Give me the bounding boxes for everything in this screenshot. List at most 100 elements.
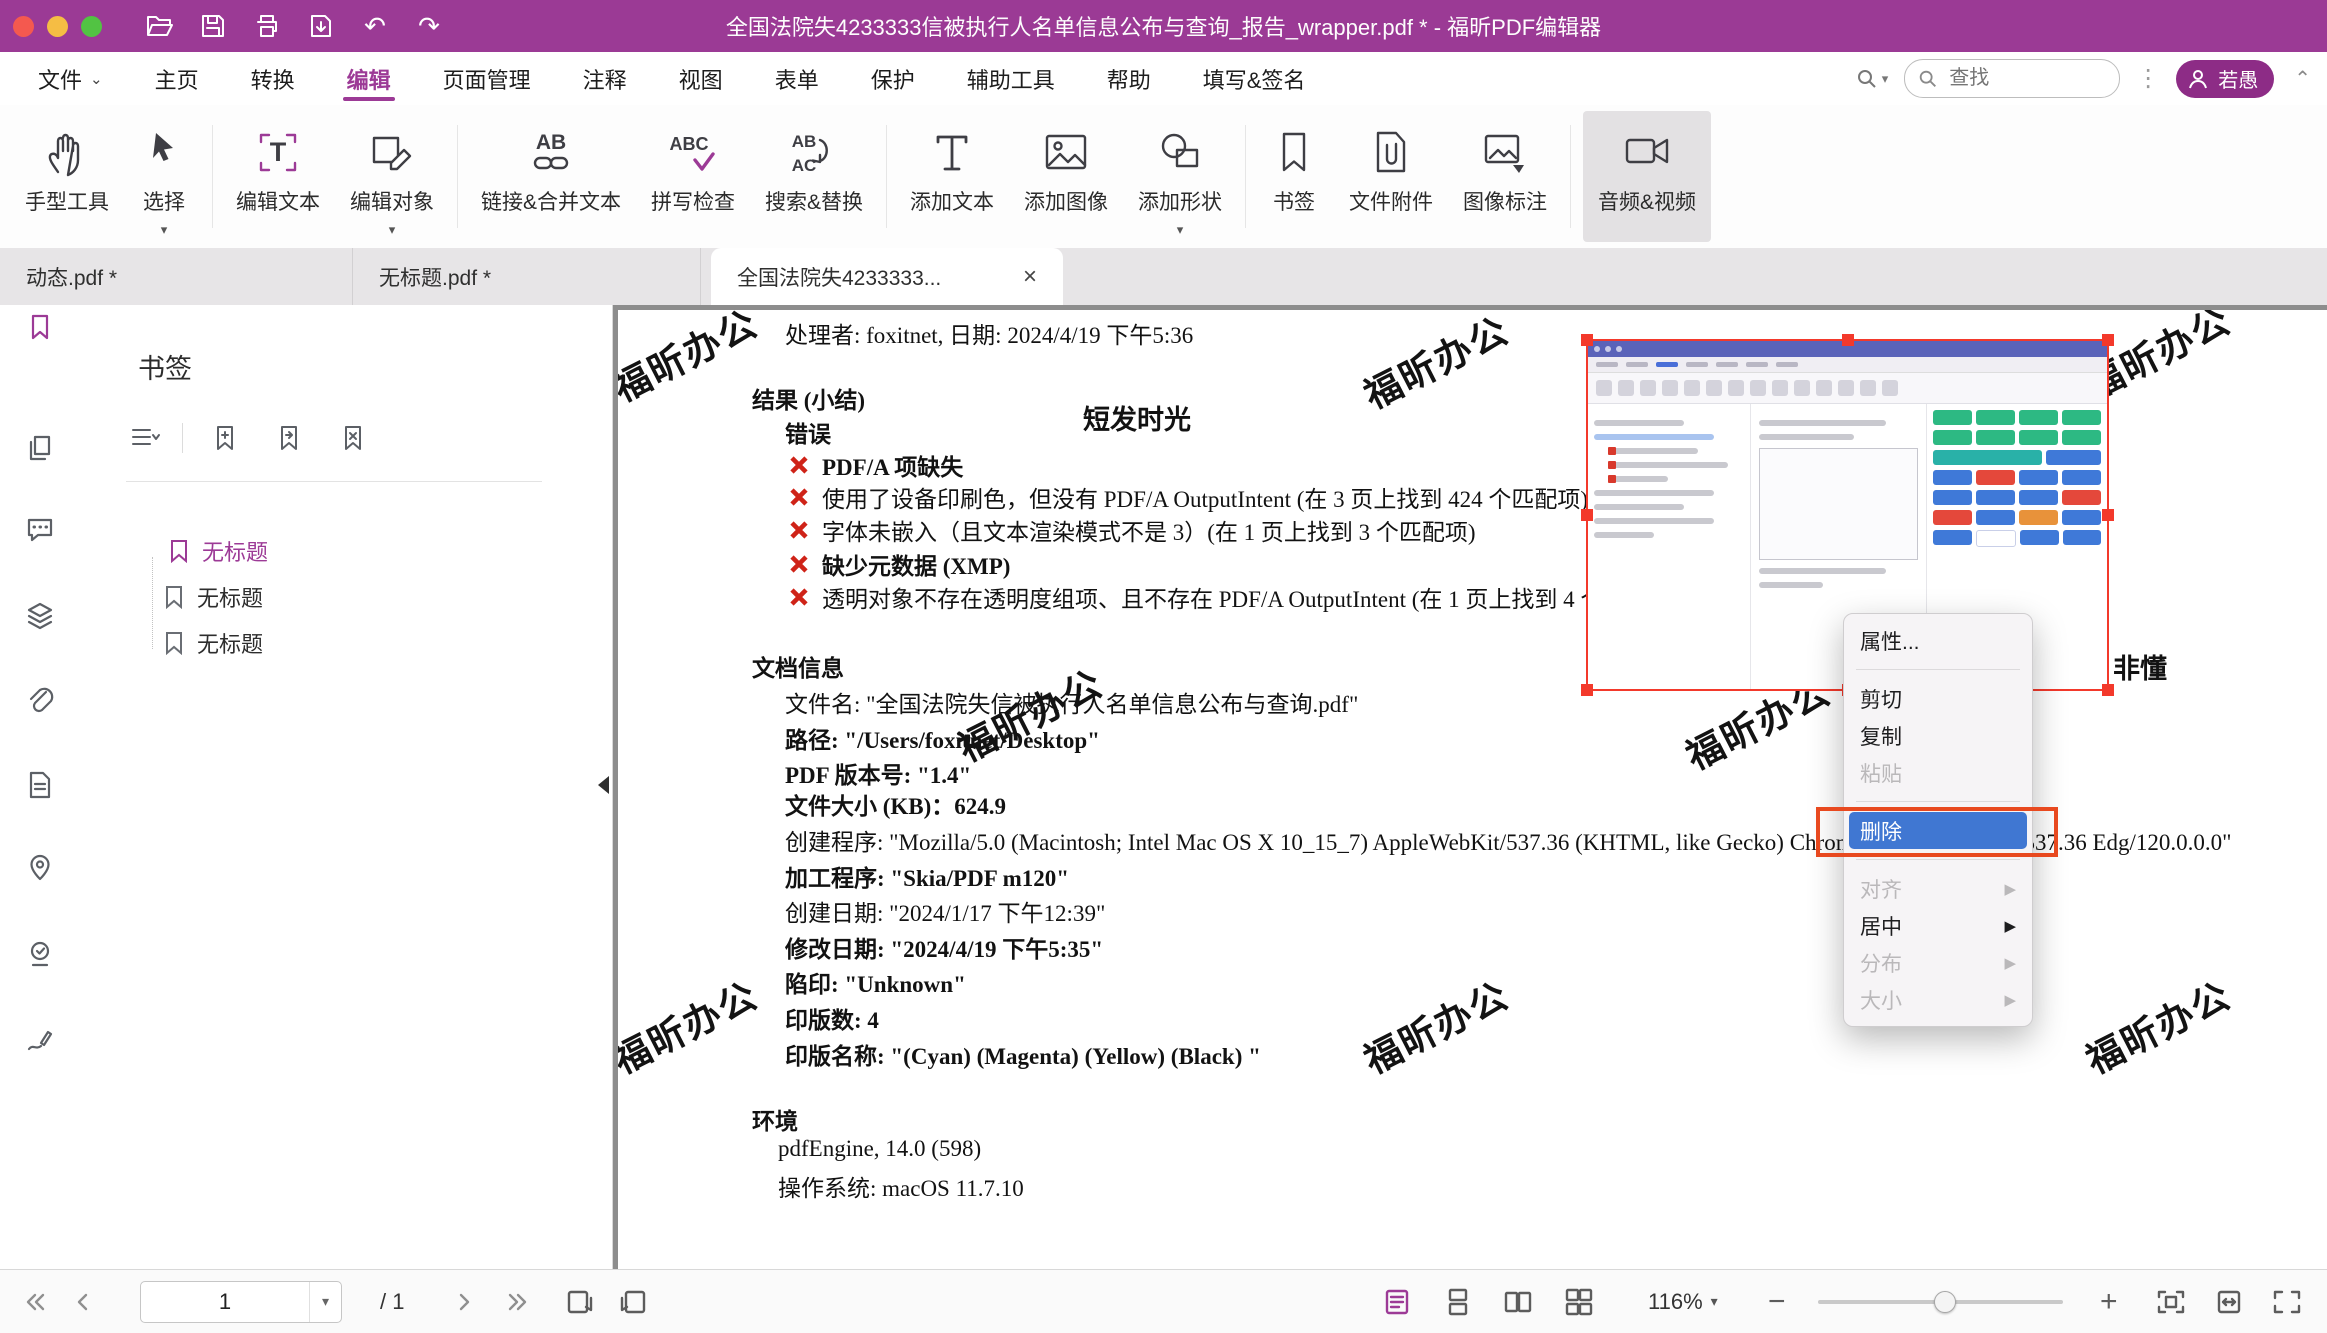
context-menu-copy[interactable]: 复制	[1844, 717, 2032, 754]
select-tool-button[interactable]: 选择 ▾	[124, 105, 204, 248]
file-attachment-button[interactable]: 文件附件	[1334, 105, 1448, 248]
open-file-icon[interactable]	[144, 11, 174, 41]
menu-form[interactable]: 表单	[775, 52, 819, 105]
menu-comment[interactable]: 注释	[583, 52, 627, 105]
layers-panel-icon[interactable]	[25, 601, 55, 631]
fit-width-button[interactable]	[2213, 1288, 2245, 1316]
pages-panel-icon[interactable]	[25, 433, 55, 463]
add-shape-icon	[1155, 121, 1205, 177]
more-options-icon[interactable]: ⋮	[2136, 64, 2160, 93]
menu-convert[interactable]: 转换	[251, 52, 295, 105]
bookmark-item-1[interactable]: 无标题	[168, 535, 268, 567]
share-icon[interactable]	[306, 11, 336, 41]
user-account-button[interactable]: 若愚	[2176, 60, 2274, 98]
find-searchbox[interactable]	[1904, 59, 2120, 98]
comments-panel-icon[interactable]	[25, 515, 55, 545]
zoom-in-button[interactable]: +	[2100, 1287, 2118, 1317]
delete-bookmark-icon[interactable]	[321, 424, 385, 452]
menu-home[interactable]: 主页	[155, 52, 199, 105]
add-bookmark-icon[interactable]	[193, 424, 257, 452]
tree-guide-line	[152, 557, 153, 649]
bookmark-item-2[interactable]: 无标题	[163, 581, 263, 613]
context-menu-center[interactable]: 居中▶	[1844, 907, 2032, 944]
zoom-out-button[interactable]: −	[1768, 1287, 1786, 1317]
undo-icon[interactable]: ↶	[360, 11, 390, 41]
selection-handle[interactable]	[1581, 334, 1593, 346]
stamp-panel-icon[interactable]	[25, 939, 55, 969]
hand-tool-button[interactable]: 手型工具	[10, 105, 124, 248]
selection-handle[interactable]	[1581, 509, 1593, 521]
destinations-panel-icon[interactable]	[25, 853, 55, 883]
next-view-button[interactable]	[618, 1288, 648, 1316]
add-image-button[interactable]: 添加图像	[1009, 105, 1123, 248]
fit-page-button[interactable]	[2155, 1288, 2187, 1316]
menu-file[interactable]: 文件⌄	[38, 52, 103, 105]
last-page-button[interactable]	[505, 1290, 531, 1314]
page-number-box[interactable]: ▾	[140, 1281, 342, 1323]
attachments-panel-icon[interactable]	[25, 685, 55, 715]
bookmark-button[interactable]: 书签	[1254, 105, 1334, 248]
menu-edit[interactable]: 编辑	[347, 52, 391, 105]
selection-handle[interactable]	[2102, 684, 2114, 696]
chevron-down-icon[interactable]: ▾	[309, 1282, 341, 1322]
fullscreen-button[interactable]	[2271, 1288, 2303, 1316]
add-text-button[interactable]: 添加文本	[895, 105, 1009, 248]
facing-view-icon[interactable]	[1503, 1288, 1533, 1316]
previous-page-button[interactable]	[74, 1290, 92, 1314]
signature-panel-icon[interactable]	[25, 1024, 55, 1054]
menu-help[interactable]: 帮助	[1107, 52, 1151, 105]
image-annotation-button[interactable]: 图像标注	[1448, 105, 1562, 248]
pdf-page[interactable]: 福昕办公 福昕办公 福昕办公 福昕办公 福昕办公 福昕办公 福昕办公 福昕办公 …	[618, 310, 2327, 1270]
search-input[interactable]	[1947, 66, 2071, 91]
doc-tab-2[interactable]: 无标题.pdf *	[353, 248, 701, 305]
continuous-facing-view-icon[interactable]	[1564, 1288, 1594, 1316]
context-menu-cut[interactable]: 剪切	[1844, 680, 2032, 717]
minimize-window-button[interactable]	[47, 16, 68, 37]
audio-video-button[interactable]: 音频&视频	[1583, 111, 1711, 242]
search-mode-dropdown[interactable]: ▾	[1855, 67, 1889, 91]
selection-handle[interactable]	[2102, 334, 2114, 346]
selection-handle[interactable]	[1581, 684, 1593, 696]
collapse-panel-arrow[interactable]	[598, 776, 609, 794]
submenu-arrow-icon: ▶	[2004, 917, 2016, 935]
menu-accessibility[interactable]: 辅助工具	[967, 52, 1055, 105]
zoom-slider-thumb[interactable]	[1934, 1291, 1956, 1313]
bookmark-options-menu-icon[interactable]	[118, 425, 172, 451]
edit-text-button[interactable]: T 编辑文本	[221, 105, 335, 248]
first-page-button[interactable]	[22, 1290, 48, 1314]
page-number-input[interactable]	[141, 1288, 309, 1316]
edit-object-button[interactable]: 编辑对象 ▾	[335, 105, 449, 248]
close-window-button[interactable]	[13, 16, 34, 37]
search-replace-button[interactable]: ABAC 搜索&替换	[750, 105, 878, 248]
save-icon[interactable]	[198, 11, 228, 41]
bookmark-next-icon[interactable]	[257, 424, 321, 452]
selection-handle[interactable]	[2102, 509, 2114, 521]
previous-view-button[interactable]	[565, 1288, 595, 1316]
context-menu-properties[interactable]: 属性...	[1844, 622, 2032, 659]
selection-handle[interactable]	[1842, 334, 1854, 346]
menu-fill-sign[interactable]: 填写&签名	[1203, 52, 1306, 105]
doc-tab-active[interactable]: 全国法院失4233333... ×	[711, 248, 1063, 305]
menu-view[interactable]: 视图	[679, 52, 723, 105]
bookmarks-panel-icon[interactable]	[25, 312, 55, 342]
next-page-button[interactable]	[455, 1290, 473, 1314]
redo-icon[interactable]: ↷	[414, 11, 444, 41]
doc-tab-1[interactable]: 动态.pdf *	[0, 248, 353, 305]
link-join-text-button[interactable]: AB 链接&合并文本	[466, 105, 636, 248]
fields-panel-icon[interactable]	[25, 770, 55, 800]
file-attachment-icon	[1366, 121, 1416, 177]
collapse-ribbon-icon[interactable]: ⌃	[2294, 66, 2311, 91]
print-icon[interactable]	[252, 11, 282, 41]
add-shape-button[interactable]: 添加形状 ▾	[1123, 105, 1237, 248]
menu-page-management[interactable]: 页面管理	[443, 52, 531, 105]
zoom-level-dropdown[interactable]: 116% ▾	[1648, 1289, 1718, 1315]
bookmark-item-3[interactable]: 无标题	[163, 627, 263, 659]
spell-check-button[interactable]: ABC 拼写检查	[636, 105, 750, 248]
menu-protect[interactable]: 保护	[871, 52, 915, 105]
continuous-view-icon[interactable]	[1443, 1288, 1473, 1316]
zoom-window-button[interactable]	[81, 16, 102, 37]
close-tab-icon[interactable]: ×	[1023, 263, 1037, 291]
error-x-icon	[788, 519, 810, 541]
single-page-view-icon[interactable]	[1382, 1288, 1412, 1316]
ribbon-divider	[457, 125, 458, 228]
